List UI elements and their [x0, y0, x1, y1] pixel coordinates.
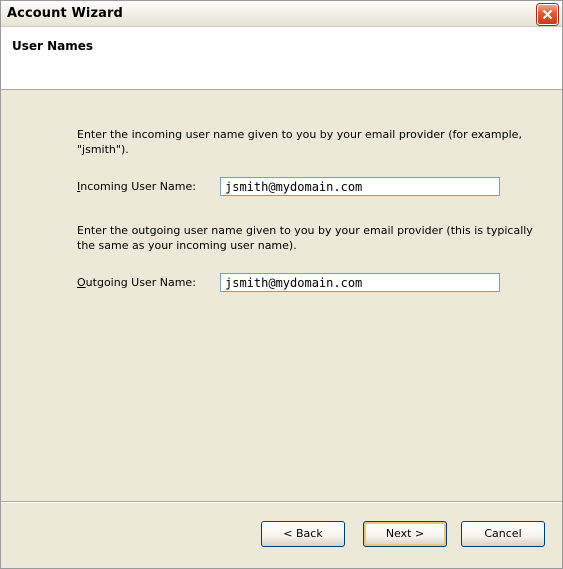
next-button[interactable]: Next > — [363, 521, 447, 547]
incoming-description: Enter the incoming user name given to yo… — [77, 128, 522, 156]
incoming-username-input[interactable] — [220, 177, 500, 196]
outgoing-username-label: Outgoing User Name: — [77, 276, 196, 289]
page-title: User Names — [12, 39, 94, 53]
title-bar: Account Wizard — [1, 1, 562, 27]
outgoing-username-input[interactable] — [220, 273, 500, 292]
close-button[interactable] — [537, 4, 558, 25]
close-icon — [542, 9, 553, 20]
outgoing-description: Enter the outgoing user name given to yo… — [77, 224, 533, 252]
outgoing-mnemonic: O — [77, 276, 86, 289]
cancel-button[interactable]: Cancel — [461, 521, 545, 547]
incoming-label-text: ncoming User Name: — [80, 180, 196, 193]
back-button[interactable]: < Back — [261, 521, 345, 547]
window-title: Account Wizard — [7, 6, 123, 21]
incoming-username-label: Incoming User Name: — [77, 180, 196, 193]
outgoing-label-text: utgoing User Name: — [85, 276, 196, 289]
account-wizard-window: Account Wizard User Names Enter the inco… — [0, 0, 563, 569]
wizard-header: User Names — [1, 27, 562, 90]
footer-divider — [1, 501, 562, 503]
